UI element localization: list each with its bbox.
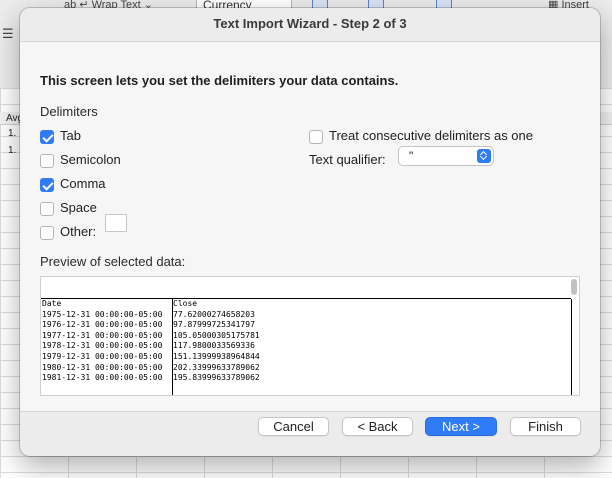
select-stepper-icon	[477, 149, 491, 163]
consecutive-delimiters-checkbox[interactable]	[309, 130, 323, 144]
preview-table: Date 1975-12-31 00:00:00-05:00 1976-12-3…	[41, 298, 572, 395]
text-import-wizard-dialog: Text Import Wizard - Step 2 of 3 This sc…	[20, 8, 600, 456]
other-delimiter-input[interactable]	[105, 214, 127, 232]
preview-cell: 202.33999633789062	[173, 362, 260, 372]
preview-cell: 1976-12-31 00:00:00-05:00	[42, 320, 163, 330]
semicolon-label: Semicolon	[60, 152, 121, 167]
tab-checkbox[interactable]	[40, 130, 54, 144]
consecutive-delimiters-label: Treat consecutive delimiters as one	[329, 128, 534, 143]
preview-cell: Close	[173, 299, 198, 308]
text-qualifier-select[interactable]: "	[398, 146, 494, 166]
preview-cell: 1978-12-31 00:00:00-05:00	[42, 341, 163, 351]
preview-cell: 117.9800033569336	[173, 341, 255, 351]
preview-cell: 1980-12-31 00:00:00-05:00	[42, 362, 163, 372]
preview-cell: 151.13999938964844	[173, 351, 260, 361]
delimiters-label: Delimiters	[40, 104, 98, 119]
other-checkbox[interactable]	[40, 226, 54, 240]
intro-text: This screen lets you set the delimiters …	[40, 73, 399, 88]
tab-label: Tab	[60, 128, 81, 143]
other-label: Other:	[60, 224, 97, 239]
align-left-icon[interactable]: ☰	[2, 26, 14, 42]
wizard-panel: This screen lets you set the delimiters …	[20, 41, 600, 412]
preview-column-date[interactable]: Date 1975-12-31 00:00:00-05:00 1976-12-3…	[42, 299, 173, 395]
space-checkbox[interactable]	[40, 202, 54, 216]
space-label: Space	[60, 200, 97, 215]
preview-cell: 1977-12-31 00:00:00-05:00	[42, 330, 163, 340]
preview-cell: 195.83999633789062	[173, 373, 260, 383]
data-preview[interactable]: Date 1975-12-31 00:00:00-05:00 1976-12-3…	[40, 276, 580, 396]
text-qualifier-label: Text qualifier:	[309, 152, 386, 167]
preview-scrollbar[interactable]	[571, 279, 577, 295]
cancel-button[interactable]: Cancel	[258, 417, 329, 436]
next-button[interactable]: Next >	[425, 417, 497, 436]
preview-cell: 77.62000274658203	[173, 309, 255, 319]
preview-column-close[interactable]: Close 77.62000274658203 97.8799972534179…	[173, 299, 572, 395]
semicolon-checkbox[interactable]	[40, 154, 54, 168]
cell-value[interactable]: 1.	[8, 145, 16, 156]
comma-checkbox[interactable]	[40, 178, 54, 192]
preview-label: Preview of selected data:	[40, 254, 186, 269]
preview-cell: 105.05000305175781	[173, 330, 260, 340]
preview-cell: Date	[42, 299, 62, 308]
preview-cell: 1979-12-31 00:00:00-05:00	[42, 351, 163, 361]
preview-cell: 1975-12-31 00:00:00-05:00	[42, 309, 163, 319]
text-qualifier-value: "	[409, 149, 414, 163]
cell-value[interactable]: 1.	[8, 128, 16, 139]
preview-cell: 1981-12-31 00:00:00-05:00	[42, 373, 163, 383]
finish-button[interactable]: Finish	[510, 417, 581, 436]
dialog-title: Text Import Wizard - Step 2 of 3	[213, 16, 407, 31]
back-button[interactable]: < Back	[342, 417, 413, 436]
preview-cell: 97.87999725341797	[173, 320, 255, 330]
comma-label: Comma	[60, 176, 106, 191]
